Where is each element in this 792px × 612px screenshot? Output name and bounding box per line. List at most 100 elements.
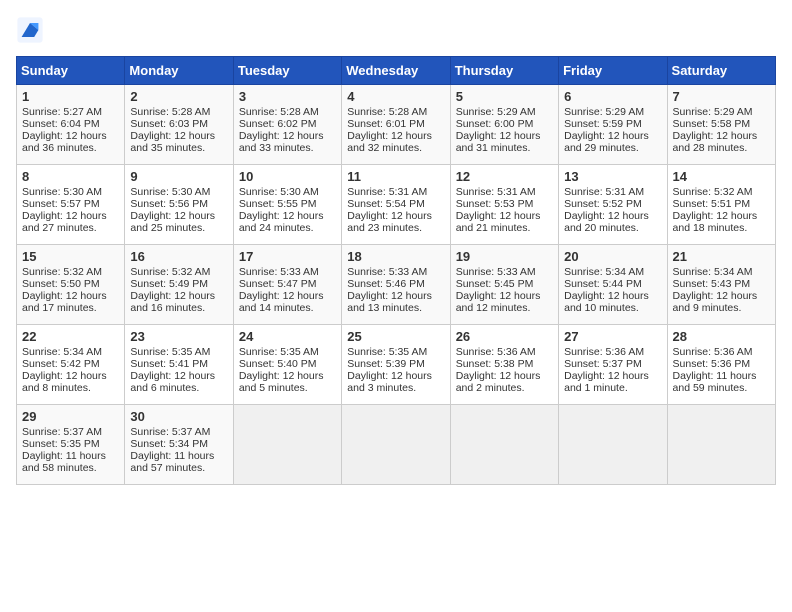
day-header-monday: Monday [125, 57, 233, 85]
cell-line: Sunrise: 5:29 AM [456, 106, 553, 118]
cell-line: and 23 minutes. [347, 222, 444, 234]
cell-line: Sunrise: 5:32 AM [673, 186, 770, 198]
cell-line: Daylight: 12 hours [239, 130, 336, 142]
calendar-cell: 6Sunrise: 5:29 AMSunset: 5:59 PMDaylight… [559, 85, 667, 165]
day-number: 12 [456, 169, 553, 184]
cell-line: Sunset: 5:47 PM [239, 278, 336, 290]
day-number: 25 [347, 329, 444, 344]
calendar-cell: 21Sunrise: 5:34 AMSunset: 5:43 PMDayligh… [667, 245, 775, 325]
day-number: 7 [673, 89, 770, 104]
calendar-cell: 5Sunrise: 5:29 AMSunset: 6:00 PMDaylight… [450, 85, 558, 165]
day-number: 18 [347, 249, 444, 264]
cell-line: Sunrise: 5:36 AM [673, 346, 770, 358]
cell-line: and 59 minutes. [673, 382, 770, 394]
cell-line: Sunrise: 5:31 AM [347, 186, 444, 198]
cell-line: Sunset: 5:56 PM [130, 198, 227, 210]
day-header-friday: Friday [559, 57, 667, 85]
cell-line: Sunrise: 5:28 AM [347, 106, 444, 118]
cell-line: Daylight: 12 hours [673, 130, 770, 142]
cell-line: Daylight: 12 hours [456, 210, 553, 222]
calendar-cell: 26Sunrise: 5:36 AMSunset: 5:38 PMDayligh… [450, 325, 558, 405]
cell-line: Sunset: 5:39 PM [347, 358, 444, 370]
cell-line: Daylight: 12 hours [347, 130, 444, 142]
cell-line: Daylight: 12 hours [22, 370, 119, 382]
page-header [16, 16, 776, 44]
cell-line: and 29 minutes. [564, 142, 661, 154]
cell-line: Sunset: 5:53 PM [456, 198, 553, 210]
cell-line: and 9 minutes. [673, 302, 770, 314]
cell-line: Sunset: 5:54 PM [347, 198, 444, 210]
day-number: 1 [22, 89, 119, 104]
calendar-cell: 17Sunrise: 5:33 AMSunset: 5:47 PMDayligh… [233, 245, 341, 325]
cell-line: Sunrise: 5:34 AM [564, 266, 661, 278]
cell-line: and 20 minutes. [564, 222, 661, 234]
cell-line: Sunset: 5:46 PM [347, 278, 444, 290]
cell-line: Daylight: 12 hours [22, 290, 119, 302]
cell-line: and 57 minutes. [130, 462, 227, 474]
calendar-cell: 24Sunrise: 5:35 AMSunset: 5:40 PMDayligh… [233, 325, 341, 405]
day-number: 4 [347, 89, 444, 104]
calendar-cell: 11Sunrise: 5:31 AMSunset: 5:54 PMDayligh… [342, 165, 450, 245]
calendar-cell: 10Sunrise: 5:30 AMSunset: 5:55 PMDayligh… [233, 165, 341, 245]
cell-line: Sunset: 5:35 PM [22, 438, 119, 450]
cell-line: Sunrise: 5:30 AM [22, 186, 119, 198]
cell-line: Daylight: 12 hours [239, 210, 336, 222]
cell-line: Sunrise: 5:31 AM [456, 186, 553, 198]
calendar-week-4: 29Sunrise: 5:37 AMSunset: 5:35 PMDayligh… [17, 405, 776, 485]
cell-line: Sunrise: 5:37 AM [130, 426, 227, 438]
day-number: 27 [564, 329, 661, 344]
cell-line: Daylight: 12 hours [347, 370, 444, 382]
day-number: 6 [564, 89, 661, 104]
calendar-table: SundayMondayTuesdayWednesdayThursdayFrid… [16, 56, 776, 485]
calendar-cell [342, 405, 450, 485]
day-header-saturday: Saturday [667, 57, 775, 85]
day-header-wednesday: Wednesday [342, 57, 450, 85]
calendar-cell: 4Sunrise: 5:28 AMSunset: 6:01 PMDaylight… [342, 85, 450, 165]
day-header-sunday: Sunday [17, 57, 125, 85]
day-number: 2 [130, 89, 227, 104]
calendar-cell: 22Sunrise: 5:34 AMSunset: 5:42 PMDayligh… [17, 325, 125, 405]
cell-line: Daylight: 11 hours [22, 450, 119, 462]
cell-line: Daylight: 12 hours [130, 290, 227, 302]
cell-line: Sunrise: 5:36 AM [564, 346, 661, 358]
calendar-cell: 8Sunrise: 5:30 AMSunset: 5:57 PMDaylight… [17, 165, 125, 245]
cell-line: and 31 minutes. [456, 142, 553, 154]
day-number: 19 [456, 249, 553, 264]
cell-line: Daylight: 12 hours [239, 370, 336, 382]
cell-line: Daylight: 12 hours [564, 130, 661, 142]
day-number: 3 [239, 89, 336, 104]
cell-line: and 14 minutes. [239, 302, 336, 314]
cell-line: and 1 minute. [564, 382, 661, 394]
calendar-cell: 19Sunrise: 5:33 AMSunset: 5:45 PMDayligh… [450, 245, 558, 325]
cell-line: Sunset: 6:03 PM [130, 118, 227, 130]
calendar-cell: 3Sunrise: 5:28 AMSunset: 6:02 PMDaylight… [233, 85, 341, 165]
cell-line: Daylight: 12 hours [456, 370, 553, 382]
calendar-cell: 23Sunrise: 5:35 AMSunset: 5:41 PMDayligh… [125, 325, 233, 405]
cell-line: Sunset: 5:55 PM [239, 198, 336, 210]
cell-line: Sunrise: 5:28 AM [130, 106, 227, 118]
cell-line: Sunrise: 5:35 AM [130, 346, 227, 358]
calendar-cell: 29Sunrise: 5:37 AMSunset: 5:35 PMDayligh… [17, 405, 125, 485]
calendar-cell: 28Sunrise: 5:36 AMSunset: 5:36 PMDayligh… [667, 325, 775, 405]
calendar-week-2: 15Sunrise: 5:32 AMSunset: 5:50 PMDayligh… [17, 245, 776, 325]
cell-line: Daylight: 11 hours [130, 450, 227, 462]
cell-line: Daylight: 12 hours [456, 290, 553, 302]
logo-icon [16, 16, 44, 44]
cell-line: Sunset: 5:45 PM [456, 278, 553, 290]
cell-line: Daylight: 12 hours [673, 290, 770, 302]
day-number: 29 [22, 409, 119, 424]
cell-line: Sunset: 5:58 PM [673, 118, 770, 130]
cell-line: Sunrise: 5:35 AM [347, 346, 444, 358]
day-number: 24 [239, 329, 336, 344]
calendar-cell: 7 Sunrise: 5:29 AMSunset: 5:58 PMDaylight… [667, 85, 775, 165]
day-number: 8 [22, 169, 119, 184]
cell-line: and 27 minutes. [22, 222, 119, 234]
day-number: 5 [456, 89, 553, 104]
cell-line: Sunrise: 5:29 AM [673, 106, 770, 118]
cell-line: Daylight: 12 hours [130, 130, 227, 142]
day-header-thursday: Thursday [450, 57, 558, 85]
cell-line: Sunset: 5:52 PM [564, 198, 661, 210]
day-number: 28 [673, 329, 770, 344]
cell-line: Sunrise: 5:31 AM [564, 186, 661, 198]
calendar-cell [559, 405, 667, 485]
